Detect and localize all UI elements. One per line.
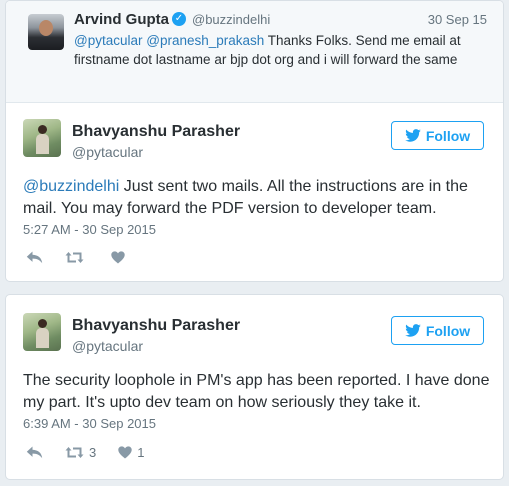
twitter-bird-icon bbox=[405, 129, 421, 142]
follow-button[interactable]: Follow bbox=[391, 121, 484, 150]
author-name[interactable]: Bhavyanshu Parasher bbox=[72, 123, 240, 141]
tweet-text: @buzzindelhi Just sent two mails. All th… bbox=[23, 176, 493, 220]
heart-icon bbox=[111, 251, 125, 264]
mention-link[interactable]: @pytacular bbox=[74, 33, 142, 48]
tweet-actions bbox=[26, 251, 152, 264]
mention-link[interactable]: @buzzindelhi bbox=[23, 178, 119, 195]
avatar[interactable] bbox=[23, 119, 61, 157]
follow-label: Follow bbox=[425, 127, 471, 144]
heart-icon bbox=[118, 446, 132, 459]
follow-label: Follow bbox=[425, 322, 471, 339]
author-handle[interactable]: @pytacular bbox=[72, 144, 143, 160]
mention-link[interactable]: @pranesh_prakash bbox=[146, 33, 264, 48]
tweet-card: Arvind Gupta ✓ @buzzindelhi 30 Sep 15 @p… bbox=[5, 0, 504, 282]
tweet-text: The security loophole in PM's app has be… bbox=[23, 372, 490, 411]
author-handle[interactable]: @pytacular bbox=[72, 338, 143, 354]
author-name[interactable]: Bhavyanshu Parasher bbox=[72, 317, 240, 335]
reply-icon bbox=[26, 446, 43, 459]
author-handle[interactable]: @buzzindelhi bbox=[192, 12, 270, 27]
tweet-card: Bhavyanshu Parasher @pytacular Follow Th… bbox=[5, 294, 504, 480]
verified-badge-icon: ✓ bbox=[172, 12, 186, 26]
in-reply-to-tweet[interactable]: Arvind Gupta ✓ @buzzindelhi 30 Sep 15 @p… bbox=[6, 1, 503, 103]
follow-button[interactable]: Follow bbox=[391, 316, 484, 345]
retweet-button[interactable] bbox=[65, 251, 89, 264]
reply-button[interactable] bbox=[26, 446, 43, 459]
avatar[interactable] bbox=[28, 14, 64, 50]
tweet-date[interactable]: 30 Sep 15 bbox=[428, 12, 487, 27]
retweet-icon bbox=[65, 252, 84, 263]
tweet-actions: 3 1 bbox=[26, 445, 166, 460]
avatar[interactable] bbox=[23, 313, 61, 351]
author-name[interactable]: Arvind Gupta bbox=[74, 11, 169, 28]
like-button[interactable]: 1 bbox=[118, 445, 144, 460]
reply-icon bbox=[26, 251, 43, 264]
twitter-bird-icon bbox=[405, 324, 421, 337]
tweet-text: @pytacular @pranesh_prakash Thanks Folks… bbox=[74, 31, 494, 69]
retweet-button[interactable]: 3 bbox=[65, 445, 96, 460]
timestamp[interactable]: 5:27 AM - 30 Sep 2015 bbox=[23, 222, 156, 237]
retweet-icon bbox=[65, 447, 84, 458]
retweet-count: 3 bbox=[89, 445, 97, 460]
reply-button[interactable] bbox=[26, 251, 43, 264]
timestamp[interactable]: 6:39 AM - 30 Sep 2015 bbox=[23, 416, 156, 431]
like-count: 1 bbox=[137, 445, 145, 460]
like-button[interactable] bbox=[111, 251, 130, 264]
